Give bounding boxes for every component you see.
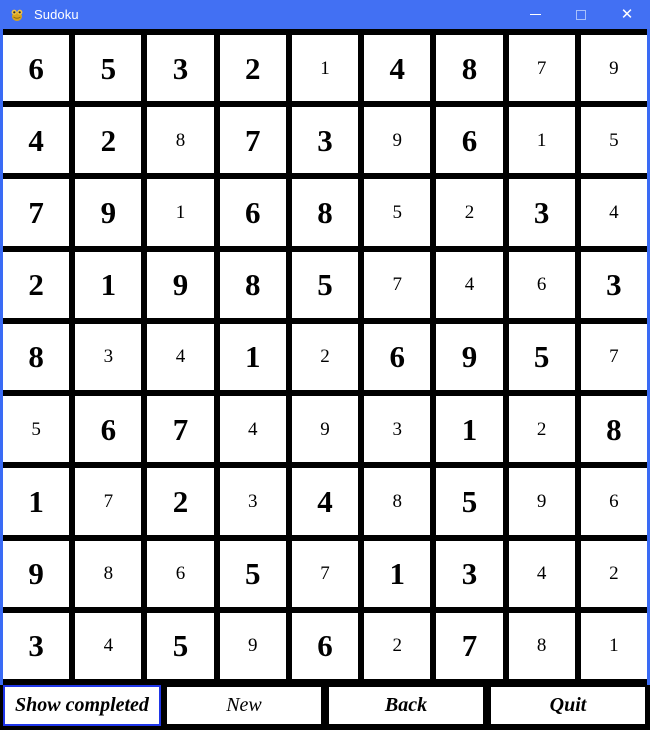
grid-cell[interactable]: 8 <box>364 468 431 535</box>
window-controls: ✕ <box>512 0 650 29</box>
grid-cell[interactable]: 1 <box>580 612 647 679</box>
close-icon: ✕ <box>620 6 634 23</box>
grid-cell[interactable]: 9 <box>580 35 647 102</box>
grid-cell[interactable]: 3 <box>291 107 359 174</box>
grid-cell[interactable]: 1 <box>291 35 359 102</box>
grid-cell[interactable]: 7 <box>219 107 286 174</box>
grid-cell[interactable]: 7 <box>580 323 647 391</box>
grid-cell[interactable]: 8 <box>147 107 214 174</box>
grid-cell[interactable]: 2 <box>3 251 70 318</box>
grid-cell[interactable]: 6 <box>147 540 214 607</box>
grid-cell[interactable]: 1 <box>436 396 503 463</box>
grid-cell[interactable]: 8 <box>3 323 70 391</box>
grid-cell[interactable]: 4 <box>219 396 286 463</box>
grid-cell[interactable]: 3 <box>3 612 70 679</box>
back-button[interactable]: Back <box>327 685 485 726</box>
button-bar: Show completed New Back Quit <box>0 685 650 730</box>
maximize-icon <box>576 9 586 20</box>
grid-cell[interactable]: 1 <box>219 323 286 391</box>
grid-cell[interactable]: 6 <box>291 612 359 679</box>
grid-cell[interactable]: 5 <box>508 323 575 391</box>
quit-button[interactable]: Quit <box>489 685 647 726</box>
grid-cell[interactable]: 6 <box>580 468 647 535</box>
title-bar: Sudoku ✕ <box>0 0 650 29</box>
grid-cell[interactable]: 4 <box>3 107 70 174</box>
grid-cell[interactable]: 9 <box>291 396 359 463</box>
maximize-button[interactable] <box>558 0 604 29</box>
grid-cell[interactable]: 4 <box>291 468 359 535</box>
grid-cell[interactable]: 3 <box>508 179 575 246</box>
grid-cell[interactable]: 4 <box>147 323 214 391</box>
grid-cell[interactable]: 4 <box>436 251 503 318</box>
grid-cell[interactable]: 6 <box>436 107 503 174</box>
grid-cell[interactable]: 5 <box>147 612 214 679</box>
grid-cell[interactable]: 6 <box>508 251 575 318</box>
grid-cell[interactable]: 2 <box>291 323 359 391</box>
grid-cell[interactable]: 1 <box>508 107 575 174</box>
grid-cell[interactable]: 5 <box>3 396 70 463</box>
minimize-icon <box>529 14 541 15</box>
grid-cell[interactable]: 8 <box>75 540 142 607</box>
grid-cell[interactable]: 4 <box>364 35 431 102</box>
grid-cell[interactable]: 2 <box>147 468 214 535</box>
minimize-button[interactable] <box>512 0 558 29</box>
grid-cell[interactable]: 8 <box>291 179 359 246</box>
grid-cell[interactable]: 5 <box>580 107 647 174</box>
board-area: 6532148794287396157916852342198574638341… <box>0 29 650 685</box>
grid-cell[interactable]: 3 <box>147 35 214 102</box>
grid-cell[interactable]: 3 <box>580 251 647 318</box>
grid-cell[interactable]: 3 <box>75 323 142 391</box>
grid-cell[interactable]: 7 <box>436 612 503 679</box>
grid-cell[interactable]: 2 <box>219 35 286 102</box>
grid-cell[interactable]: 9 <box>219 612 286 679</box>
sudoku-grid: 6532148794287396157916852342198574638341… <box>3 29 647 685</box>
grid-cell[interactable]: 1 <box>364 540 431 607</box>
grid-cell[interactable]: 5 <box>291 251 359 318</box>
sudoku-window: Sudoku ✕ 6532148794287396157916852342198… <box>0 0 650 730</box>
grid-cell[interactable]: 3 <box>219 468 286 535</box>
grid-cell[interactable]: 5 <box>219 540 286 607</box>
grid-cell[interactable]: 8 <box>436 35 503 102</box>
grid-cell[interactable]: 6 <box>75 396 142 463</box>
grid-cell[interactable]: 1 <box>147 179 214 246</box>
grid-cell[interactable]: 6 <box>219 179 286 246</box>
grid-cell[interactable]: 5 <box>75 35 142 102</box>
grid-cell[interactable]: 7 <box>364 251 431 318</box>
grid-cell[interactable]: 1 <box>75 251 142 318</box>
grid-cell[interactable]: 8 <box>219 251 286 318</box>
grid-cell[interactable]: 1 <box>3 468 70 535</box>
grid-cell[interactable]: 8 <box>580 396 647 463</box>
grid-cell[interactable]: 8 <box>508 612 575 679</box>
grid-cell[interactable]: 9 <box>436 323 503 391</box>
grid-cell[interactable]: 4 <box>75 612 142 679</box>
grid-cell[interactable]: 9 <box>3 540 70 607</box>
grid-cell[interactable]: 6 <box>3 35 70 102</box>
close-button[interactable]: ✕ <box>604 0 650 29</box>
grid-cell[interactable]: 2 <box>364 612 431 679</box>
grid-cell[interactable]: 5 <box>364 179 431 246</box>
grid-cell[interactable]: 2 <box>580 540 647 607</box>
grid-cell[interactable]: 9 <box>147 251 214 318</box>
new-button[interactable]: New <box>165 685 323 726</box>
grid-cell[interactable]: 2 <box>436 179 503 246</box>
grid-cell[interactable]: 9 <box>508 468 575 535</box>
grid-cell[interactable]: 7 <box>75 468 142 535</box>
grid-cell[interactable]: 7 <box>508 35 575 102</box>
grid-cell[interactable]: 3 <box>364 396 431 463</box>
grid-cell[interactable]: 9 <box>75 179 142 246</box>
grid-cell[interactable]: 7 <box>3 179 70 246</box>
grid-cell[interactable]: 7 <box>291 540 359 607</box>
grid-cell[interactable]: 9 <box>364 107 431 174</box>
show-completed-button[interactable]: Show completed <box>3 685 161 726</box>
grid-cell[interactable]: 7 <box>147 396 214 463</box>
grid-cell[interactable]: 2 <box>75 107 142 174</box>
grid-cell[interactable]: 4 <box>508 540 575 607</box>
grid-cell[interactable]: 6 <box>364 323 431 391</box>
grid-cell[interactable]: 3 <box>436 540 503 607</box>
grid-cell[interactable]: 4 <box>580 179 647 246</box>
grid-cell[interactable]: 2 <box>508 396 575 463</box>
grid-cell[interactable]: 5 <box>436 468 503 535</box>
window-title: Sudoku <box>34 7 79 22</box>
sudoku-app-icon <box>9 7 25 23</box>
